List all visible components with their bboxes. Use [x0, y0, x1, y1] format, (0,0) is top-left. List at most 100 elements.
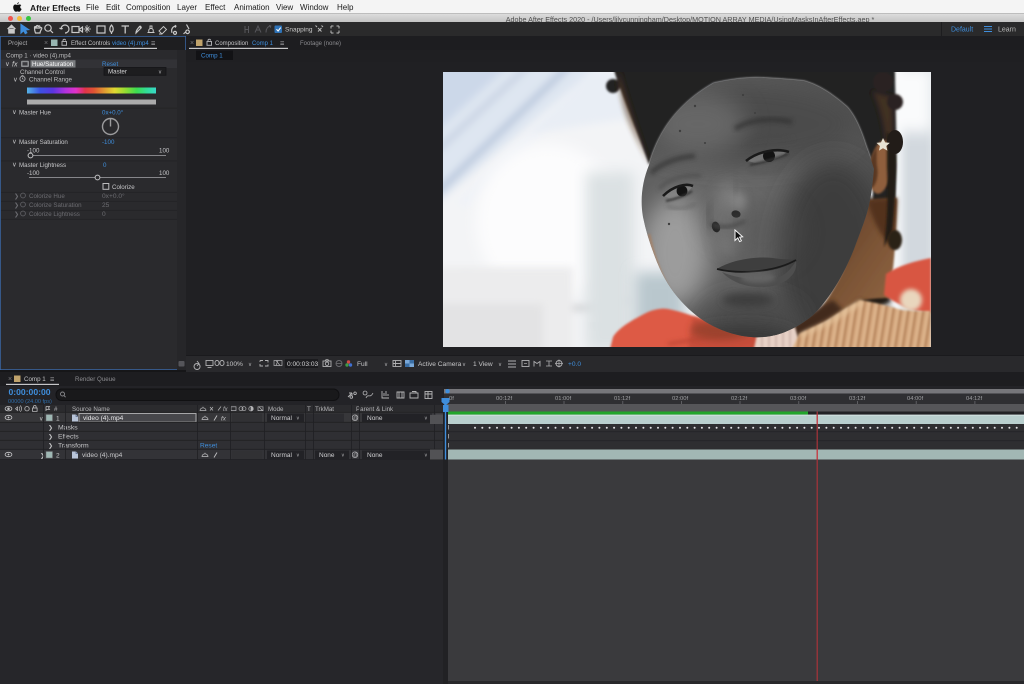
svg-text:0x+0.0°: 0x+0.0°	[102, 192, 125, 200]
svg-text:01:00f: 01:00f	[555, 396, 572, 402]
svg-text:Channel Control: Channel Control	[20, 69, 65, 76]
svg-text:∨: ∨	[12, 162, 17, 169]
svg-text:None: None	[367, 415, 383, 422]
svg-text:04:00f: 04:00f	[907, 396, 924, 402]
svg-text:∨: ∨	[498, 362, 502, 368]
svg-text:×: ×	[190, 40, 194, 47]
svg-text:∨: ∨	[424, 416, 428, 422]
svg-text:0f: 0f	[449, 396, 454, 402]
svg-text:×: ×	[8, 376, 12, 383]
svg-text:I: I	[448, 425, 450, 432]
svg-text:Colorize Saturation: Colorize Saturation	[29, 202, 82, 209]
svg-text:100%: 100%	[226, 361, 243, 368]
svg-text:Reset: Reset	[200, 443, 217, 450]
svg-text:Snapping: Snapping	[285, 27, 313, 34]
svg-text:-100: -100	[102, 139, 115, 146]
svg-text:Composition: Composition	[215, 41, 248, 47]
svg-text:Colorize Lightness: Colorize Lightness	[29, 211, 80, 218]
svg-text:Master Saturation: Master Saturation	[19, 139, 68, 146]
svg-text:❯: ❯	[48, 424, 53, 431]
svg-text:❯: ❯	[14, 193, 19, 200]
svg-text:fx: fx	[12, 62, 18, 69]
svg-text:0x+0.0°: 0x+0.0°	[102, 109, 124, 116]
svg-text:∨: ∨	[248, 362, 252, 368]
svg-text:Reset: Reset	[102, 61, 118, 68]
svg-text:∨: ∨	[13, 77, 18, 84]
svg-text:Transform: Transform	[58, 443, 89, 450]
svg-text:00:12f: 00:12f	[496, 396, 513, 402]
svg-text:0: 0	[103, 162, 107, 169]
svg-text:∨: ∨	[12, 109, 17, 116]
svg-text:0:00:03:03: 0:00:03:03	[287, 361, 318, 368]
svg-text:∨: ∨	[296, 416, 300, 422]
svg-text:∨: ∨	[296, 453, 300, 459]
svg-text:Colorize: Colorize	[112, 184, 135, 191]
svg-text:Effect Controls: Effect Controls	[71, 41, 110, 47]
svg-text:Master Hue: Master Hue	[19, 109, 52, 116]
svg-text:Master Lightness: Master Lightness	[19, 162, 66, 169]
svg-text:100: 100	[159, 148, 170, 155]
svg-text:≡: ≡	[50, 375, 55, 384]
svg-text:❯: ❯	[40, 453, 45, 460]
svg-text:I: I	[448, 443, 450, 450]
svg-text:Comp 1: Comp 1	[201, 53, 223, 60]
svg-text:Comp 1: Comp 1	[252, 41, 274, 47]
svg-text:00000 (24.00 fps): 00000 (24.00 fps)	[8, 399, 52, 405]
svg-text:0: 0	[102, 211, 106, 218]
svg-text:Comp 1: Comp 1	[24, 376, 46, 383]
svg-text:∨: ∨	[39, 417, 43, 423]
svg-text:Hue/Saturation: Hue/Saturation	[32, 61, 74, 68]
svg-text:2: 2	[56, 453, 60, 460]
svg-text:∨: ∨	[341, 453, 345, 459]
svg-text:100: 100	[159, 170, 170, 177]
svg-text:@: @	[353, 416, 358, 422]
svg-text:video (4).mp4: video (4).mp4	[83, 415, 124, 422]
svg-text:❯: ❯	[48, 433, 53, 440]
svg-text:≡: ≡	[280, 39, 285, 48]
svg-text:∨: ∨	[384, 362, 388, 368]
svg-text:None: None	[319, 452, 335, 459]
svg-text:Project: Project	[8, 40, 28, 47]
svg-text:Full: Full	[357, 361, 368, 368]
svg-text:02:12f: 02:12f	[731, 396, 748, 402]
svg-text:❯: ❯	[14, 202, 19, 209]
svg-text:Comp 1 · video (4).mp4: Comp 1 · video (4).mp4	[6, 53, 72, 60]
svg-text:fx: fx	[221, 416, 227, 423]
svg-text:None: None	[367, 452, 383, 459]
svg-text:02:00f: 02:00f	[672, 396, 689, 402]
svg-text:03:00f: 03:00f	[790, 396, 807, 402]
svg-text:04:12f: 04:12f	[966, 396, 983, 402]
svg-text:1 View: 1 View	[473, 361, 493, 368]
svg-text:Default: Default	[951, 27, 973, 34]
svg-text:Normal: Normal	[271, 415, 293, 422]
svg-text:∨: ∨	[424, 453, 428, 459]
svg-text:Normal: Normal	[271, 452, 293, 459]
svg-text:-100: -100	[27, 170, 40, 177]
svg-text:1: 1	[56, 416, 60, 423]
svg-text:video (4).mp4: video (4).mp4	[82, 452, 123, 459]
svg-text:×: ×	[44, 40, 48, 47]
svg-text:0:00:00:00: 0:00:00:00	[9, 387, 51, 397]
svg-text:∨: ∨	[5, 61, 10, 68]
svg-text:Learn: Learn	[998, 27, 1016, 34]
svg-text:∨: ∨	[12, 139, 17, 146]
svg-text:❯: ❯	[14, 211, 19, 218]
svg-text:Render Queue: Render Queue	[75, 376, 116, 383]
svg-text:∨: ∨	[158, 70, 162, 76]
svg-text:Footage (none): Footage (none)	[300, 41, 341, 47]
svg-text:∨: ∨	[462, 362, 466, 368]
svg-text:❯: ❯	[48, 442, 53, 449]
svg-text:video (4).mp4: video (4).mp4	[112, 41, 149, 47]
svg-text:Masks: Masks	[58, 425, 78, 432]
svg-text:I: I	[448, 434, 450, 441]
svg-text:01:12f: 01:12f	[614, 396, 631, 402]
svg-text:Active Camera: Active Camera	[418, 361, 462, 368]
svg-text:Effects: Effects	[58, 434, 79, 441]
svg-text:@: @	[353, 453, 358, 459]
svg-text:25: 25	[102, 202, 110, 209]
svg-text:+0.0: +0.0	[568, 361, 581, 368]
svg-text:Colorize Hue: Colorize Hue	[29, 193, 65, 200]
svg-text:≡: ≡	[151, 39, 156, 48]
svg-text:Master: Master	[108, 69, 127, 76]
svg-text:Channel Range: Channel Range	[29, 77, 73, 84]
